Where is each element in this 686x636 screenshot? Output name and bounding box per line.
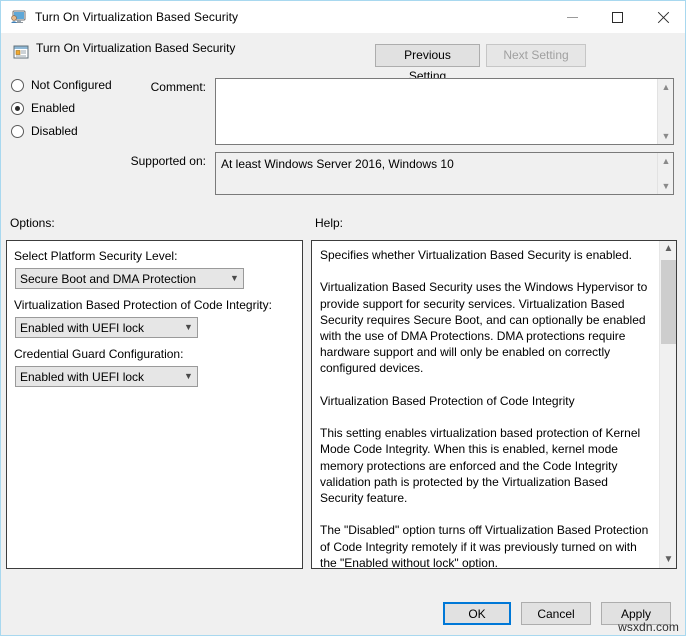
- comment-scrollbar[interactable]: ▲ ▼: [657, 79, 673, 144]
- chevron-down-icon: ▼: [180, 372, 197, 381]
- chevron-down-icon: ▼: [226, 274, 243, 283]
- comment-field[interactable]: ▲ ▼: [215, 78, 674, 145]
- watermark: wsxdn.com: [618, 620, 679, 634]
- ok-button[interactable]: OK: [443, 602, 511, 625]
- platform-security-level-label: Select Platform Security Level:: [14, 249, 177, 263]
- code-integrity-protection-label: Virtualization Based Protection of Code …: [14, 298, 272, 312]
- comment-value[interactable]: [216, 79, 657, 144]
- options-panel: Select Platform Security Level: Secure B…: [6, 240, 303, 569]
- setting-title: Turn On Virtualization Based Security: [36, 41, 235, 55]
- radio-indicator: [11, 125, 24, 138]
- setting-header: Turn On Virtualization Based Security Pr…: [1, 33, 685, 77]
- supported-on-scrollbar[interactable]: ▲ ▼: [657, 153, 673, 194]
- chevron-down-icon[interactable]: ▼: [658, 179, 674, 193]
- dropdown-value: Enabled with UEFI lock: [16, 321, 180, 335]
- comment-label: Comment:: [61, 80, 206, 94]
- chevron-up-icon[interactable]: ▲: [660, 241, 677, 257]
- panel-headings: Options: Help:: [1, 210, 685, 240]
- dropdown-value: Secure Boot and DMA Protection: [16, 272, 226, 286]
- chevron-down-icon[interactable]: ▼: [658, 129, 674, 143]
- radio-indicator-selected: [11, 102, 24, 115]
- dialog-footer: OK Cancel Apply wsxdn.com: [1, 591, 685, 635]
- maximize-icon: [612, 12, 623, 23]
- radio-enabled[interactable]: Enabled: [11, 101, 75, 115]
- configuration-area: Not Configured Enabled Disabled Comment:…: [1, 77, 685, 210]
- code-integrity-protection-dropdown[interactable]: Enabled with UEFI lock ▼: [15, 317, 198, 338]
- credential-guard-label: Credential Guard Configuration:: [14, 347, 183, 361]
- panels-area: Select Platform Security Level: Secure B…: [1, 240, 685, 591]
- window-controls: [550, 1, 685, 34]
- policy-setting-icon: [13, 44, 29, 60]
- help-panel: Specifies whether Virtualization Based S…: [311, 240, 677, 569]
- close-icon: [657, 12, 669, 24]
- next-setting-button: Next Setting: [486, 44, 586, 67]
- maximize-button[interactable]: [595, 1, 640, 34]
- supported-on-field: At least Windows Server 2016, Windows 10…: [215, 152, 674, 195]
- help-heading: Help:: [315, 216, 343, 230]
- radio-disabled[interactable]: Disabled: [11, 124, 78, 138]
- chevron-up-icon[interactable]: ▲: [658, 80, 674, 94]
- platform-security-level-dropdown[interactable]: Secure Boot and DMA Protection ▼: [15, 268, 244, 289]
- minimize-icon: [567, 17, 578, 18]
- dropdown-value: Enabled with UEFI lock: [16, 370, 180, 384]
- supported-on-label: Supported on:: [61, 154, 206, 168]
- options-heading: Options:: [10, 216, 55, 230]
- supported-on-value: At least Windows Server 2016, Windows 10: [216, 153, 657, 194]
- previous-setting-button[interactable]: Previous Setting: [375, 44, 480, 67]
- close-button[interactable]: [640, 1, 685, 34]
- monitor-user-icon: [10, 9, 26, 25]
- help-scrollbar[interactable]: ▲ ▼: [659, 241, 676, 568]
- radio-label: Enabled: [31, 101, 75, 115]
- help-text: Specifies whether Virtualization Based S…: [312, 241, 659, 568]
- radio-label: Disabled: [31, 124, 78, 138]
- chevron-down-icon[interactable]: ▼: [660, 552, 677, 568]
- cancel-button[interactable]: Cancel: [521, 602, 591, 625]
- window-title: Turn On Virtualization Based Security: [35, 10, 238, 24]
- minimize-button[interactable]: [550, 1, 595, 34]
- radio-indicator: [11, 79, 24, 92]
- policy-setting-dialog: Turn On Virtualization Based Security: [0, 0, 686, 636]
- title-bar: Turn On Virtualization Based Security: [1, 0, 685, 33]
- chevron-up-icon[interactable]: ▲: [658, 154, 674, 168]
- chevron-down-icon: ▼: [180, 323, 197, 332]
- credential-guard-dropdown[interactable]: Enabled with UEFI lock ▼: [15, 366, 198, 387]
- scrollbar-thumb[interactable]: [661, 260, 676, 344]
